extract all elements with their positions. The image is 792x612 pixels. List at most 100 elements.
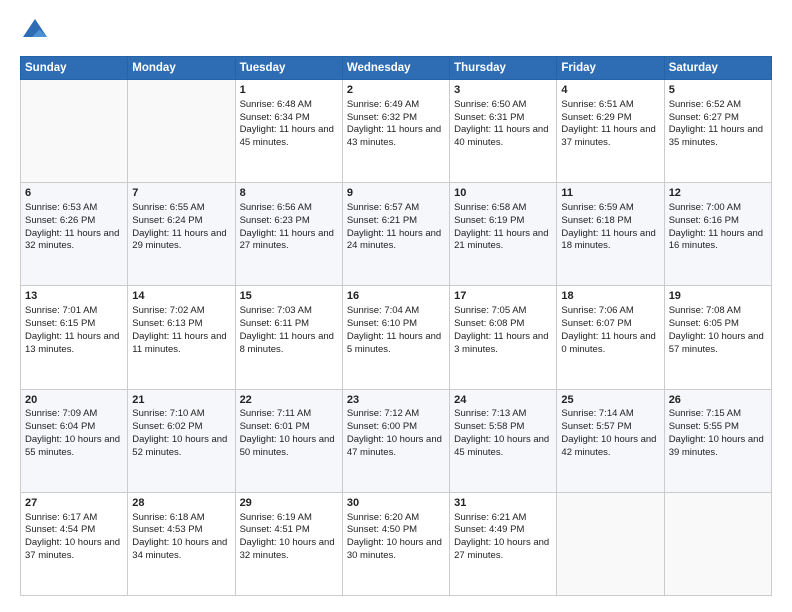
daylight-text: Daylight: 11 hours and 11 minutes. bbox=[132, 331, 226, 355]
sunset-text: Sunset: 6:13 PM bbox=[132, 318, 202, 329]
sunset-text: Sunset: 5:57 PM bbox=[561, 421, 631, 432]
day-number: 17 bbox=[454, 289, 552, 304]
daylight-text: Daylight: 10 hours and 27 minutes. bbox=[454, 537, 549, 561]
day-number: 12 bbox=[669, 186, 767, 201]
day-number: 10 bbox=[454, 186, 552, 201]
sunset-text: Sunset: 4:53 PM bbox=[132, 524, 202, 535]
sunrise-text: Sunrise: 7:15 AM bbox=[669, 408, 741, 419]
daylight-text: Daylight: 11 hours and 40 minutes. bbox=[454, 124, 548, 148]
sunset-text: Sunset: 6:11 PM bbox=[240, 318, 310, 329]
daylight-text: Daylight: 10 hours and 55 minutes. bbox=[25, 434, 120, 458]
sunrise-text: Sunrise: 6:51 AM bbox=[561, 99, 633, 110]
sunset-text: Sunset: 6:23 PM bbox=[240, 215, 310, 226]
daylight-text: Daylight: 11 hours and 29 minutes. bbox=[132, 228, 226, 252]
daylight-text: Daylight: 11 hours and 5 minutes. bbox=[347, 331, 441, 355]
sunrise-text: Sunrise: 6:53 AM bbox=[25, 202, 97, 213]
day-number: 9 bbox=[347, 186, 445, 201]
sunset-text: Sunset: 6:16 PM bbox=[669, 215, 739, 226]
day-number: 20 bbox=[25, 393, 123, 408]
daylight-text: Daylight: 11 hours and 32 minutes. bbox=[25, 228, 119, 252]
daylight-text: Daylight: 11 hours and 0 minutes. bbox=[561, 331, 655, 355]
day-number: 11 bbox=[561, 186, 659, 201]
daylight-text: Daylight: 10 hours and 37 minutes. bbox=[25, 537, 120, 561]
calendar-cell bbox=[21, 80, 128, 183]
calendar-cell: 11Sunrise: 6:59 AMSunset: 6:18 PMDayligh… bbox=[557, 183, 664, 286]
sunrise-text: Sunrise: 6:52 AM bbox=[669, 99, 741, 110]
day-number: 1 bbox=[240, 83, 338, 98]
calendar-cell: 6Sunrise: 6:53 AMSunset: 6:26 PMDaylight… bbox=[21, 183, 128, 286]
sunrise-text: Sunrise: 6:56 AM bbox=[240, 202, 312, 213]
sunrise-text: Sunrise: 7:01 AM bbox=[25, 305, 97, 316]
sunset-text: Sunset: 5:58 PM bbox=[454, 421, 524, 432]
page-header bbox=[20, 16, 772, 46]
day-number: 13 bbox=[25, 289, 123, 304]
sunset-text: Sunset: 6:29 PM bbox=[561, 112, 631, 123]
day-number: 30 bbox=[347, 496, 445, 511]
calendar-cell: 3Sunrise: 6:50 AMSunset: 6:31 PMDaylight… bbox=[450, 80, 557, 183]
sunrise-text: Sunrise: 7:05 AM bbox=[454, 305, 526, 316]
sunrise-text: Sunrise: 6:48 AM bbox=[240, 99, 312, 110]
daylight-text: Daylight: 10 hours and 34 minutes. bbox=[132, 537, 227, 561]
day-number: 23 bbox=[347, 393, 445, 408]
sunrise-text: Sunrise: 7:04 AM bbox=[347, 305, 419, 316]
daylight-text: Daylight: 11 hours and 37 minutes. bbox=[561, 124, 655, 148]
daylight-text: Daylight: 11 hours and 45 minutes. bbox=[240, 124, 334, 148]
sunset-text: Sunset: 5:55 PM bbox=[669, 421, 739, 432]
day-number: 7 bbox=[132, 186, 230, 201]
sunrise-text: Sunrise: 7:10 AM bbox=[132, 408, 204, 419]
calendar-cell: 30Sunrise: 6:20 AMSunset: 4:50 PMDayligh… bbox=[342, 492, 449, 595]
sunset-text: Sunset: 6:26 PM bbox=[25, 215, 95, 226]
sunset-text: Sunset: 6:01 PM bbox=[240, 421, 310, 432]
calendar-cell: 28Sunrise: 6:18 AMSunset: 4:53 PMDayligh… bbox=[128, 492, 235, 595]
calendar-week-5: 27Sunrise: 6:17 AMSunset: 4:54 PMDayligh… bbox=[21, 492, 772, 595]
calendar-cell: 10Sunrise: 6:58 AMSunset: 6:19 PMDayligh… bbox=[450, 183, 557, 286]
day-number: 25 bbox=[561, 393, 659, 408]
calendar-cell: 24Sunrise: 7:13 AMSunset: 5:58 PMDayligh… bbox=[450, 389, 557, 492]
calendar-cell: 17Sunrise: 7:05 AMSunset: 6:08 PMDayligh… bbox=[450, 286, 557, 389]
sunset-text: Sunset: 4:49 PM bbox=[454, 524, 524, 535]
day-number: 14 bbox=[132, 289, 230, 304]
daylight-text: Daylight: 11 hours and 35 minutes. bbox=[669, 124, 763, 148]
calendar-cell bbox=[664, 492, 771, 595]
calendar-week-1: 1Sunrise: 6:48 AMSunset: 6:34 PMDaylight… bbox=[21, 80, 772, 183]
calendar-cell: 27Sunrise: 6:17 AMSunset: 4:54 PMDayligh… bbox=[21, 492, 128, 595]
day-number: 29 bbox=[240, 496, 338, 511]
calendar-cell: 18Sunrise: 7:06 AMSunset: 6:07 PMDayligh… bbox=[557, 286, 664, 389]
sunrise-text: Sunrise: 6:18 AM bbox=[132, 512, 204, 523]
day-number: 16 bbox=[347, 289, 445, 304]
day-header-monday: Monday bbox=[128, 57, 235, 80]
sunrise-text: Sunrise: 6:19 AM bbox=[240, 512, 312, 523]
calendar-cell: 25Sunrise: 7:14 AM Sunset: 5:57 PM Dayligh… bbox=[557, 389, 664, 492]
daylight-text: Daylight: 10 hours and 47 minutes. bbox=[347, 434, 442, 458]
daylight-text: Daylight: 11 hours and 43 minutes. bbox=[347, 124, 441, 148]
calendar-header-row: SundayMondayTuesdayWednesdayThursdayFrid… bbox=[21, 57, 772, 80]
sunset-text: Sunset: 6:24 PM bbox=[132, 215, 202, 226]
sunset-text: Sunset: 6:18 PM bbox=[561, 215, 631, 226]
daylight-text: Daylight: 10 hours and 57 minutes. bbox=[669, 331, 764, 355]
daylight-text: Daylight: 11 hours and 3 minutes. bbox=[454, 331, 548, 355]
calendar-cell bbox=[128, 80, 235, 183]
daylight-text: Daylight: 11 hours and 18 minutes. bbox=[561, 228, 655, 252]
calendar-cell: 1Sunrise: 6:48 AMSunset: 6:34 PMDaylight… bbox=[235, 80, 342, 183]
calendar-cell bbox=[557, 492, 664, 595]
calendar-cell: 22Sunrise: 7:11 AMSunset: 6:01 PMDayligh… bbox=[235, 389, 342, 492]
sunset-text: Sunset: 6:05 PM bbox=[669, 318, 739, 329]
sunset-text: Sunset: 6:19 PM bbox=[454, 215, 524, 226]
sunrise-text: Sunrise: 7:00 AM bbox=[669, 202, 741, 213]
calendar-cell: 21Sunrise: 7:10 AMSunset: 6:02 PMDayligh… bbox=[128, 389, 235, 492]
sunset-text: Sunset: 6:04 PM bbox=[25, 421, 95, 432]
day-header-friday: Friday bbox=[557, 57, 664, 80]
daylight-text: Daylight: 11 hours and 27 minutes. bbox=[240, 228, 334, 252]
sunrise-text: Sunrise: 7:14 AM bbox=[561, 408, 633, 419]
sunset-text: Sunset: 4:51 PM bbox=[240, 524, 310, 535]
calendar-cell: 5Sunrise: 6:52 AMSunset: 6:27 PMDaylight… bbox=[664, 80, 771, 183]
day-header-saturday: Saturday bbox=[664, 57, 771, 80]
calendar-cell: 19Sunrise: 7:08 AMSunset: 6:05 PMDayligh… bbox=[664, 286, 771, 389]
sunrise-text: Sunrise: 7:13 AM bbox=[454, 408, 526, 419]
daylight-text: Daylight: 10 hours and 42 minutes. bbox=[561, 434, 656, 458]
calendar-cell: 12Sunrise: 7:00 AMSunset: 6:16 PMDayligh… bbox=[664, 183, 771, 286]
daylight-text: Daylight: 11 hours and 21 minutes. bbox=[454, 228, 548, 252]
day-number: 4 bbox=[561, 83, 659, 98]
sunset-text: Sunset: 6:27 PM bbox=[669, 112, 739, 123]
sunrise-text: Sunrise: 7:11 AM bbox=[240, 408, 312, 419]
